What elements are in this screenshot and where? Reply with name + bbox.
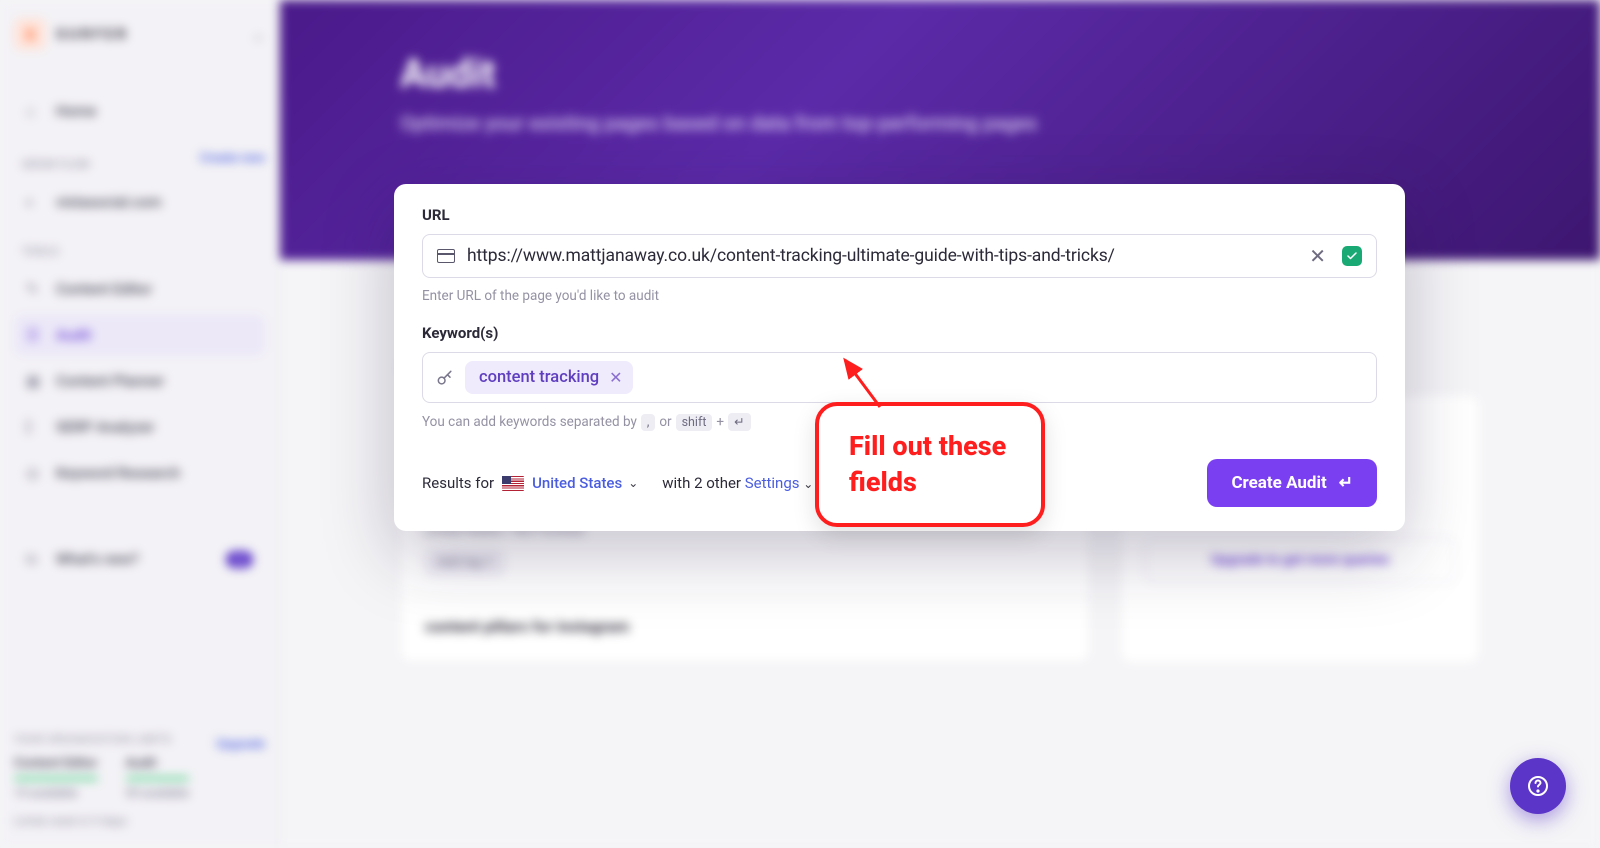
pencil-icon: ✎ <box>26 280 44 298</box>
sidebar: S SURFER ⌄ ⌂ Home GROW FLOW Create new ◐… <box>0 0 280 848</box>
sidebar-item-content-planner[interactable]: ▦ Content Planner <box>14 360 265 402</box>
remove-keyword-icon[interactable]: ✕ <box>609 370 622 386</box>
sidebar-section-tools: TOOLS <box>22 245 257 258</box>
country-select[interactable]: United States⌄ <box>532 474 638 492</box>
url-field-label: URL <box>422 206 1377 224</box>
limits-reset-note: Limits reset in 9 days <box>14 814 265 828</box>
browser-icon <box>437 249 455 263</box>
sidebar-item-label: Content Planner <box>56 372 164 390</box>
add-tag-button[interactable]: Add tag + <box>425 549 505 576</box>
history-row[interactable]: content pillars for instagram <box>401 597 1089 663</box>
sidebar-item-content-editor[interactable]: ✎ Content Editor <box>14 268 265 310</box>
sidebar-item-property[interactable]: ◐ vistasocial.com <box>14 181 265 223</box>
create-audit-button[interactable]: Create Audit ↵ <box>1207 459 1377 507</box>
globe-icon: ◐ <box>26 193 44 211</box>
logo-row: S SURFER ⌄ <box>14 18 265 50</box>
results-for-row: Results for United States⌄ with 2 other … <box>422 474 813 492</box>
keyword-chip: content tracking ✕ <box>465 361 633 394</box>
sidebar-item-home[interactable]: ⌂ Home <box>14 90 265 132</box>
sidebar-item-whats-new[interactable]: ⧉ What's new? ● <box>14 538 265 580</box>
sidebar-item-label: Audit <box>56 326 91 344</box>
create-new-link[interactable]: Create new <box>200 151 265 166</box>
annotation-arrow-icon <box>835 352 895 412</box>
limit-content-editor: Content Editor 19 available <box>14 756 98 800</box>
sidebar-item-label: Keyword Research <box>56 464 180 482</box>
upgrade-queries-button[interactable]: Upgrade to get more queries <box>1145 537 1455 583</box>
chart-icon: ⫿ <box>26 418 44 436</box>
home-icon: ⌂ <box>26 102 44 120</box>
gift-icon: ⧉ <box>26 550 44 568</box>
sidebar-item-audit[interactable]: ☲ Audit <box>14 314 265 356</box>
whats-new-badge: ● <box>226 551 253 568</box>
sidebar-item-serp-analyzer[interactable]: ⫿ SERP Analyzer <box>14 406 265 448</box>
workspace-chevron-icon[interactable]: ⌄ <box>252 25 265 44</box>
history-row-title: content pillars for instagram <box>425 617 1065 636</box>
sidebar-item-keyword-research[interactable]: ◎ Keyword Research <box>14 452 265 494</box>
comma-key: , <box>641 414 655 431</box>
sidebar-item-label: SERP Analyzer <box>56 418 154 436</box>
logo-icon: S <box>14 18 46 50</box>
page-title: Audit <box>400 50 1480 97</box>
sidebar-section-grow: GROW FLOW <box>22 158 90 171</box>
url-input-wrapper[interactable]: ✕ <box>422 234 1377 278</box>
upgrade-link[interactable]: Upgrade <box>216 737 265 752</box>
enter-icon: ↵ <box>1339 473 1353 493</box>
clear-url-icon[interactable]: ✕ <box>1305 246 1330 266</box>
sidebar-item-label: Content Editor <box>56 280 152 298</box>
planner-icon: ▦ <box>26 372 44 390</box>
target-icon: ◎ <box>26 464 44 482</box>
chevron-down-icon: ⌄ <box>803 477 813 491</box>
org-limits-block: YOUR ORGANIZATION LIMITS Upgrade Content… <box>14 733 265 828</box>
annotation-text-line2: fields <box>849 464 1011 500</box>
annotation-text-line1: Fill out these <box>849 428 1011 464</box>
url-input[interactable] <box>467 246 1293 266</box>
chevron-down-icon: ⌄ <box>628 476 638 490</box>
enter-key: ↵ <box>728 413 750 431</box>
sidebar-item-label: vistasocial.com <box>56 193 161 211</box>
org-limits-label: YOUR ORGANIZATION LIMITS <box>14 733 172 746</box>
help-fab-button[interactable] <box>1510 758 1566 814</box>
key-icon <box>435 368 455 388</box>
sidebar-item-label: Home <box>56 102 96 120</box>
annotation-callout: Fill out these fields <box>815 402 1045 527</box>
limit-audit: Audit 59 available <box>126 756 190 800</box>
audit-icon: ☲ <box>26 326 44 344</box>
url-helper-text: Enter URL of the page you'd like to audi… <box>422 288 1377 304</box>
page-subtitle: Optimize your existing pages based on da… <box>400 111 1480 135</box>
keyword-chip-text: content tracking <box>479 368 599 387</box>
settings-link[interactable]: Settings ⌄ <box>745 474 814 492</box>
sidebar-item-label: What's new? <box>56 550 139 568</box>
us-flag-icon <box>502 476 524 491</box>
keywords-field-label: Keyword(s) <box>422 324 1377 342</box>
brand-name: SURFER <box>56 25 129 43</box>
url-valid-icon <box>1342 246 1362 266</box>
keywords-input-wrapper[interactable]: content tracking ✕ <box>422 352 1377 403</box>
shift-key: shift <box>676 414 713 431</box>
